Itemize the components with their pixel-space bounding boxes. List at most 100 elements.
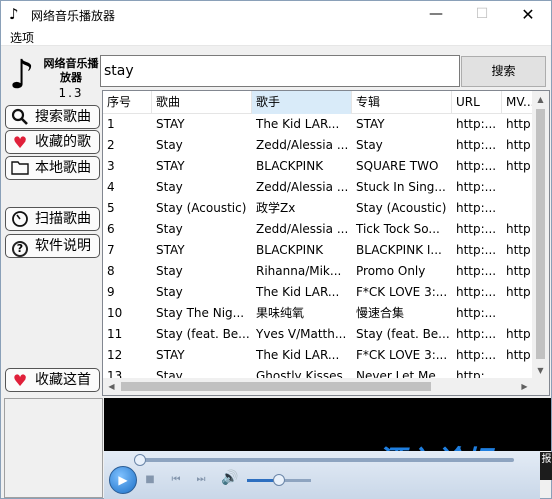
maximize-button[interactable]: ☐ xyxy=(459,1,505,28)
column-header-artist[interactable]: 歌手 xyxy=(252,91,352,114)
next-icon[interactable]: ⏭ xyxy=(193,472,209,488)
song-table: 序号 歌曲 歌手 专辑 URL MV... 1 STAY The Kid LAR..… xyxy=(102,90,550,396)
cell-index: 9 xyxy=(107,285,115,299)
title-bar: ♪ 网络音乐播放器 — ☐ ✕ xyxy=(1,1,551,28)
cell-artist: Zedd/Alessia ... xyxy=(256,222,349,236)
cell-index: 12 xyxy=(107,348,123,362)
cell-url: http:... xyxy=(456,159,497,173)
scan-songs-button[interactable]: 扫描歌曲 xyxy=(5,207,100,231)
cell-url: http:... xyxy=(456,222,497,236)
player-controls: ▶ ■ ⏮ ⏭ 🔊 xyxy=(104,451,540,499)
column-header-song[interactable]: 歌曲 xyxy=(152,91,252,114)
music-note-icon: ♪ xyxy=(9,52,35,98)
cell-album: Tick Tock So... xyxy=(356,222,440,236)
cell-artist: The Kid LAR... xyxy=(256,117,340,131)
cell-album: Stay xyxy=(356,138,383,152)
horizontal-scroll-thumb[interactable] xyxy=(121,382,431,391)
table-row[interactable]: 8 Stay Rihanna/Mik... Promo Only http:... htt… xyxy=(103,261,533,282)
cell-album: Stay (Acoustic) xyxy=(356,201,447,215)
scroll-up-icon[interactable]: ▲ xyxy=(532,91,549,108)
scroll-left-icon[interactable]: ◀ xyxy=(103,378,120,395)
table-row[interactable]: 10 Stay The Nig... 果味纯氧 慢速合集 http:... xyxy=(103,303,533,324)
table-row[interactable]: 9 Stay The Kid LAR... F*CK LOVE 3:... http:.… xyxy=(103,282,533,303)
scroll-down-icon[interactable]: ▼ xyxy=(532,362,549,379)
cell-url: http:... xyxy=(456,138,497,152)
cell-artist: Zedd/Alessia ... xyxy=(256,138,349,152)
search-icon xyxy=(10,108,30,128)
cell-song: Stay The Nig... xyxy=(156,306,245,320)
cell-song: STAY xyxy=(156,243,185,257)
cell-url: http:... xyxy=(456,180,497,194)
app-window: ♪ 网络音乐播放器 — ☐ ✕ 选项 ♪ 网络音乐播放器 1.3 搜索歌曲 ♥ … xyxy=(0,0,552,499)
music-note-icon: ♪ xyxy=(9,5,19,23)
play-icon[interactable]: ▶ xyxy=(109,466,137,494)
cell-index: 5 xyxy=(107,201,115,215)
cell-mv: http xyxy=(506,117,531,131)
volume-slider[interactable] xyxy=(247,474,311,486)
cell-album: BLACKPINK I... xyxy=(356,243,442,257)
table-row[interactable]: 5 Stay (Acoustic) 政学Zx Stay (Acoustic) http:… xyxy=(103,198,533,219)
cell-album: Stuck In Sing... xyxy=(356,180,446,194)
cell-song: Stay xyxy=(156,264,183,278)
cell-mv: http xyxy=(506,264,531,278)
table-row[interactable]: 11 Stay (feat. Be... Yves V/Matth... Stay (… xyxy=(103,324,533,345)
scan-songs-label: 扫描歌曲 xyxy=(35,211,91,227)
vertical-scrollbar[interactable]: ▲ ▼ xyxy=(532,91,549,379)
volume-icon[interactable]: 🔊 xyxy=(221,470,238,486)
close-button[interactable]: ✕ xyxy=(505,1,551,28)
cell-song: Stay xyxy=(156,138,183,152)
cell-url: http:... xyxy=(456,201,497,215)
heart-icon: ♥ xyxy=(12,371,28,390)
software-help-button[interactable]: ? 软件说明 xyxy=(5,234,100,258)
scrollbar-corner xyxy=(532,378,549,395)
minimize-button[interactable]: — xyxy=(413,1,459,28)
favorite-songs-button[interactable]: ♥ 收藏的歌 xyxy=(5,130,100,154)
column-header-album[interactable]: 专辑 xyxy=(352,91,452,114)
table-row[interactable]: 2 Stay Zedd/Alessia ... Stay http:... http xyxy=(103,135,533,156)
cell-index: 8 xyxy=(107,264,115,278)
cell-url: http:... xyxy=(456,327,497,341)
cell-artist: The Kid LAR... xyxy=(256,285,340,299)
search-songs-button[interactable]: 搜索歌曲 xyxy=(5,105,100,129)
add-favorite-button[interactable]: ♥ 收藏这首 xyxy=(5,368,100,392)
column-header-index[interactable]: 序号 xyxy=(103,91,152,114)
cell-index: 3 xyxy=(107,159,115,173)
previous-icon[interactable]: ⏮ xyxy=(168,472,184,488)
cell-song: Stay (Acoustic) xyxy=(156,201,247,215)
cell-song: Stay xyxy=(156,285,183,299)
table-row[interactable]: 3 STAY BLACKPINK SQUARE TWO http:... http xyxy=(103,156,533,177)
cell-index: 4 xyxy=(107,180,115,194)
menu-options[interactable]: 选项 xyxy=(10,29,34,46)
cell-mv xyxy=(502,177,533,198)
favorite-songs-label: 收藏的歌 xyxy=(35,134,91,150)
window-title: 网络音乐播放器 xyxy=(31,9,116,23)
cell-index: 11 xyxy=(107,327,123,341)
table-row[interactable]: 12 STAY The Kid LAR... F*CK LOVE 3:... http:… xyxy=(103,345,533,366)
table-row[interactable]: 4 Stay Zedd/Alessia ... Stuck In Sing... htt… xyxy=(103,177,533,198)
horizontal-scrollbar[interactable]: ◀ ▶ xyxy=(103,378,533,395)
table-row[interactable]: 1 STAY The Kid LAR... STAY http:... http xyxy=(103,114,533,135)
column-header-url[interactable]: URL xyxy=(452,91,502,114)
local-songs-button[interactable]: 本地歌曲 xyxy=(5,156,100,180)
side-tab[interactable]: 报 xyxy=(540,452,552,480)
logo-name: 网络音乐播放器 xyxy=(43,57,99,84)
menu-bar: 选项 xyxy=(1,28,551,46)
cell-song: STAY xyxy=(156,117,185,131)
cell-mv: http xyxy=(506,222,531,236)
stop-icon[interactable]: ■ xyxy=(142,472,158,488)
table-row[interactable]: 6 Stay Zedd/Alessia ... Tick Tock So... http… xyxy=(103,219,533,240)
seek-handle[interactable] xyxy=(134,454,146,466)
volume-handle[interactable] xyxy=(273,474,285,486)
search-input[interactable] xyxy=(100,55,460,87)
cell-album: SQUARE TWO xyxy=(356,159,439,173)
clock-icon xyxy=(10,210,30,230)
table-row[interactable]: 7 STAY BLACKPINK BLACKPINK I... http:... http xyxy=(103,240,533,261)
software-help-label: 软件说明 xyxy=(35,238,91,254)
status-panel xyxy=(4,398,103,498)
scroll-right-icon[interactable]: ▶ xyxy=(516,378,533,395)
seek-bar[interactable] xyxy=(134,454,514,466)
vertical-scroll-thumb[interactable] xyxy=(536,109,545,359)
column-header-mv[interactable]: MV... xyxy=(502,91,533,114)
cell-song: Stay xyxy=(156,222,183,236)
search-button[interactable]: 搜索 xyxy=(461,56,546,87)
